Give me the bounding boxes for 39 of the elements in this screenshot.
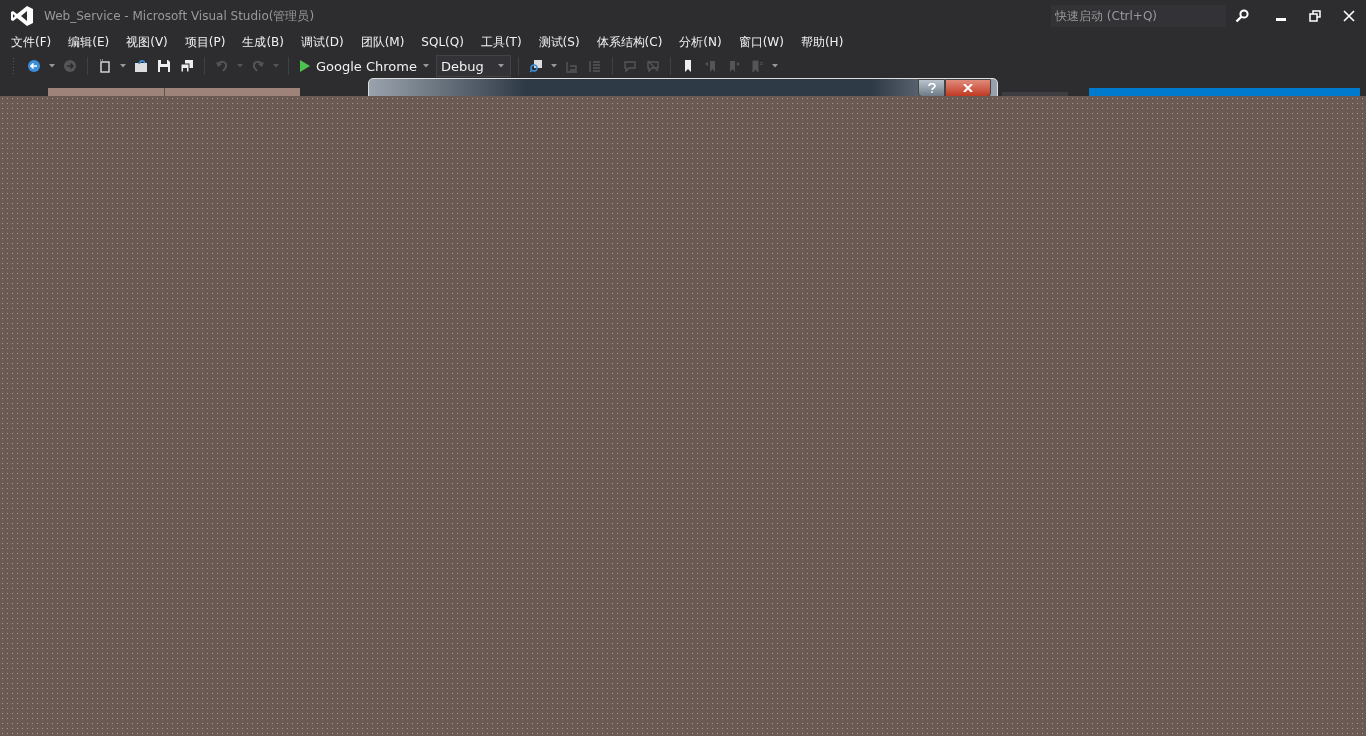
- menu-item[interactable]: 视图(V): [119, 33, 175, 51]
- play-icon: [300, 60, 310, 72]
- menu-item[interactable]: 测试(S): [531, 33, 587, 51]
- menu-item[interactable]: 窗口(W): [731, 33, 791, 51]
- caret-icon[interactable]: [550, 64, 557, 68]
- caret-icon: [497, 64, 504, 68]
- quick-launch-field[interactable]: 快速启动 (Ctrl+Q): [1051, 5, 1226, 27]
- restore-icon[interactable]: [1309, 10, 1321, 22]
- menu-item[interactable]: 编辑(E): [61, 33, 117, 51]
- menu-item[interactable]: SQL(Q): [414, 35, 471, 49]
- new-project-icon[interactable]: [98, 59, 112, 73]
- menu-item[interactable]: 团队(M): [353, 33, 412, 51]
- window-title: Web_Service - Microsoft Visual Studio(管理员): [44, 7, 315, 25]
- back-icon[interactable]: [27, 59, 41, 73]
- save-icon[interactable]: [157, 59, 171, 73]
- caret-icon: [422, 64, 429, 68]
- logo-icon: [11, 6, 33, 26]
- caret-icon[interactable]: [49, 64, 55, 68]
- menu-item[interactable]: 工具(T): [473, 33, 529, 51]
- menu-item[interactable]: 体系结构(C): [589, 33, 670, 51]
- find-icon[interactable]: [528, 59, 543, 73]
- search-icon[interactable]: [1235, 9, 1249, 23]
- menu-item[interactable]: 生成(B): [235, 33, 291, 51]
- close-icon: [963, 84, 973, 92]
- menu-item[interactable]: 分析(N): [672, 33, 729, 51]
- menu-item[interactable]: 调试(D): [294, 33, 351, 51]
- caret-icon[interactable]: [771, 64, 778, 68]
- menu-item[interactable]: 文件(F): [4, 33, 59, 51]
- close-icon[interactable]: [1343, 10, 1355, 22]
- configuration-dropdown[interactable]: Debug: [435, 55, 511, 77]
- caret-icon[interactable]: [120, 64, 126, 68]
- run-button[interactable]: Google Chrome: [296, 56, 433, 76]
- open-file-icon[interactable]: [134, 59, 148, 73]
- save-all-icon[interactable]: [180, 59, 194, 73]
- menu-item[interactable]: 帮助(H): [793, 33, 851, 51]
- question-mark-icon: [927, 83, 936, 93]
- close-button[interactable]: [945, 79, 991, 97]
- menu-item[interactable]: 项目(P): [177, 33, 233, 51]
- help-button[interactable]: [918, 79, 945, 97]
